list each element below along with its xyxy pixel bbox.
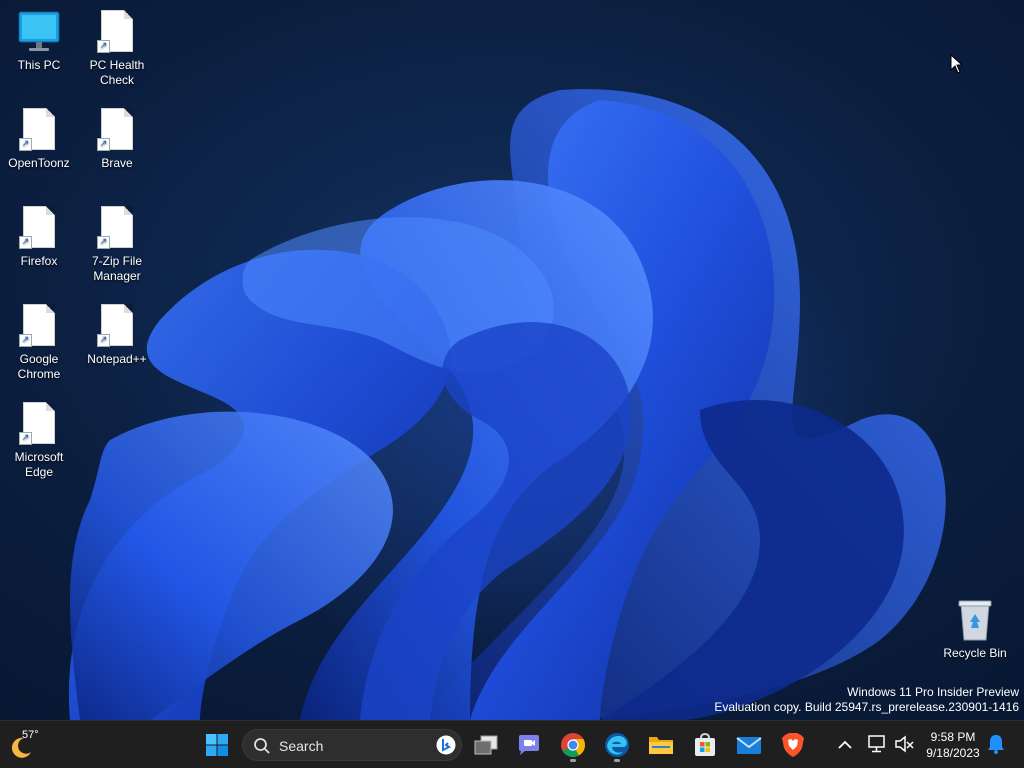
file-shortcut-icon: ↗ — [17, 304, 61, 348]
taskbar-app-brave[interactable] — [775, 727, 811, 763]
start-button[interactable] — [199, 727, 235, 763]
taskbar-app-file-explorer[interactable] — [643, 727, 679, 763]
desktop-icon-pc-health-check[interactable]: ↗ PC Health Check — [79, 10, 155, 88]
watermark-line-edition: Windows 11 Pro Insider Preview — [847, 685, 1019, 699]
file-shortcut-icon: ↗ — [17, 108, 61, 152]
file-shortcut-icon: ↗ — [95, 206, 139, 250]
file-shortcut-icon: ↗ — [17, 206, 61, 250]
desktop-icon-7-zip[interactable]: ↗ 7-Zip File Manager — [79, 206, 155, 284]
taskbar-app-mail[interactable] — [731, 727, 767, 763]
notification-bell-icon[interactable] — [986, 733, 1006, 755]
desktop[interactable]: This PC ↗ OpenToonz ↗ Firefox ↗ Google C… — [0, 0, 1024, 720]
desktop-icon-label: PC Health Check — [89, 58, 145, 87]
edge-icon — [605, 733, 629, 757]
task-view-icon — [474, 735, 498, 755]
desktop-icon-label: Recycle Bin — [943, 646, 1007, 660]
weather-temperature: 57° — [22, 729, 39, 741]
desktop-icon-label: Google Chrome — [17, 352, 61, 381]
running-indicator — [614, 759, 620, 762]
desktop-icon-label: 7-Zip File Manager — [91, 254, 142, 283]
file-shortcut-icon: ↗ — [95, 304, 139, 348]
search-icon — [254, 738, 270, 754]
watermark-line-build: Evaluation copy. Build 25947.rs_prerelea… — [714, 700, 1019, 714]
file-explorer-icon — [649, 737, 673, 754]
taskbar-app-chrome[interactable] — [555, 727, 591, 763]
file-shortcut-icon: ↗ — [95, 10, 139, 54]
desktop-icon-this-pc[interactable]: This PC — [1, 10, 77, 73]
chrome-icon — [561, 733, 585, 758]
search-placeholder: Search — [279, 738, 324, 754]
desktop-icon-label: This PC — [17, 58, 61, 72]
desktop-icon-recycle-bin[interactable]: Recycle Bin — [937, 598, 1013, 661]
taskbar: 57° Search 9:58 PM 9/18/2023 — [0, 720, 1024, 768]
desktop-icon-label: Notepad++ — [87, 352, 147, 366]
this-pc-icon — [17, 10, 61, 54]
taskbar-app-microsoft-store[interactable] — [687, 727, 723, 763]
volume-muted-icon[interactable] — [893, 733, 915, 755]
taskbar-app-edge[interactable] — [599, 727, 635, 763]
clock-time: 9:58 PM — [930, 730, 976, 744]
brave-icon — [782, 733, 804, 757]
clock-date: 9/18/2023 — [926, 746, 980, 760]
desktop-icon-label: OpenToonz — [8, 156, 70, 170]
desktop-icon-notepad-plus-plus[interactable]: ↗ Notepad++ — [79, 304, 155, 367]
task-view-button[interactable] — [468, 727, 504, 763]
taskbar-search-box[interactable]: Search — [242, 729, 462, 761]
file-shortcut-icon: ↗ — [17, 402, 61, 446]
weather-widget[interactable]: 57° — [6, 727, 46, 763]
network-icon[interactable] — [866, 733, 888, 755]
desktop-icon-label: Microsoft Edge — [14, 450, 64, 479]
desktop-icon-brave[interactable]: ↗ Brave — [79, 108, 155, 171]
mail-icon — [736, 737, 762, 754]
system-clock[interactable]: 9:58 PM 9/18/2023 — [918, 729, 988, 761]
bing-chat-icon[interactable] — [436, 735, 456, 755]
desktop-icon-opentoonz[interactable]: ↗ OpenToonz — [1, 108, 77, 171]
evaluation-watermark: Windows 11 Pro Insider Preview Evaluatio… — [714, 685, 1019, 715]
recycle-bin-icon — [953, 598, 997, 642]
teams-chat-icon — [519, 735, 539, 755]
store-icon — [695, 732, 715, 756]
windows-start-icon — [206, 734, 228, 756]
desktop-icon-microsoft-edge[interactable]: ↗ Microsoft Edge — [1, 402, 77, 480]
desktop-icon-firefox[interactable]: ↗ Firefox — [1, 206, 77, 269]
desktop-icon-label: Firefox — [20, 254, 58, 268]
teams-chat-button[interactable] — [511, 727, 547, 763]
desktop-icon-google-chrome[interactable]: ↗ Google Chrome — [1, 304, 77, 382]
chevron-up-icon[interactable] — [834, 731, 856, 759]
mouse-cursor-icon — [950, 54, 964, 74]
running-indicator — [570, 759, 576, 762]
file-shortcut-icon: ↗ — [95, 108, 139, 152]
desktop-icon-label: Brave — [101, 156, 133, 170]
